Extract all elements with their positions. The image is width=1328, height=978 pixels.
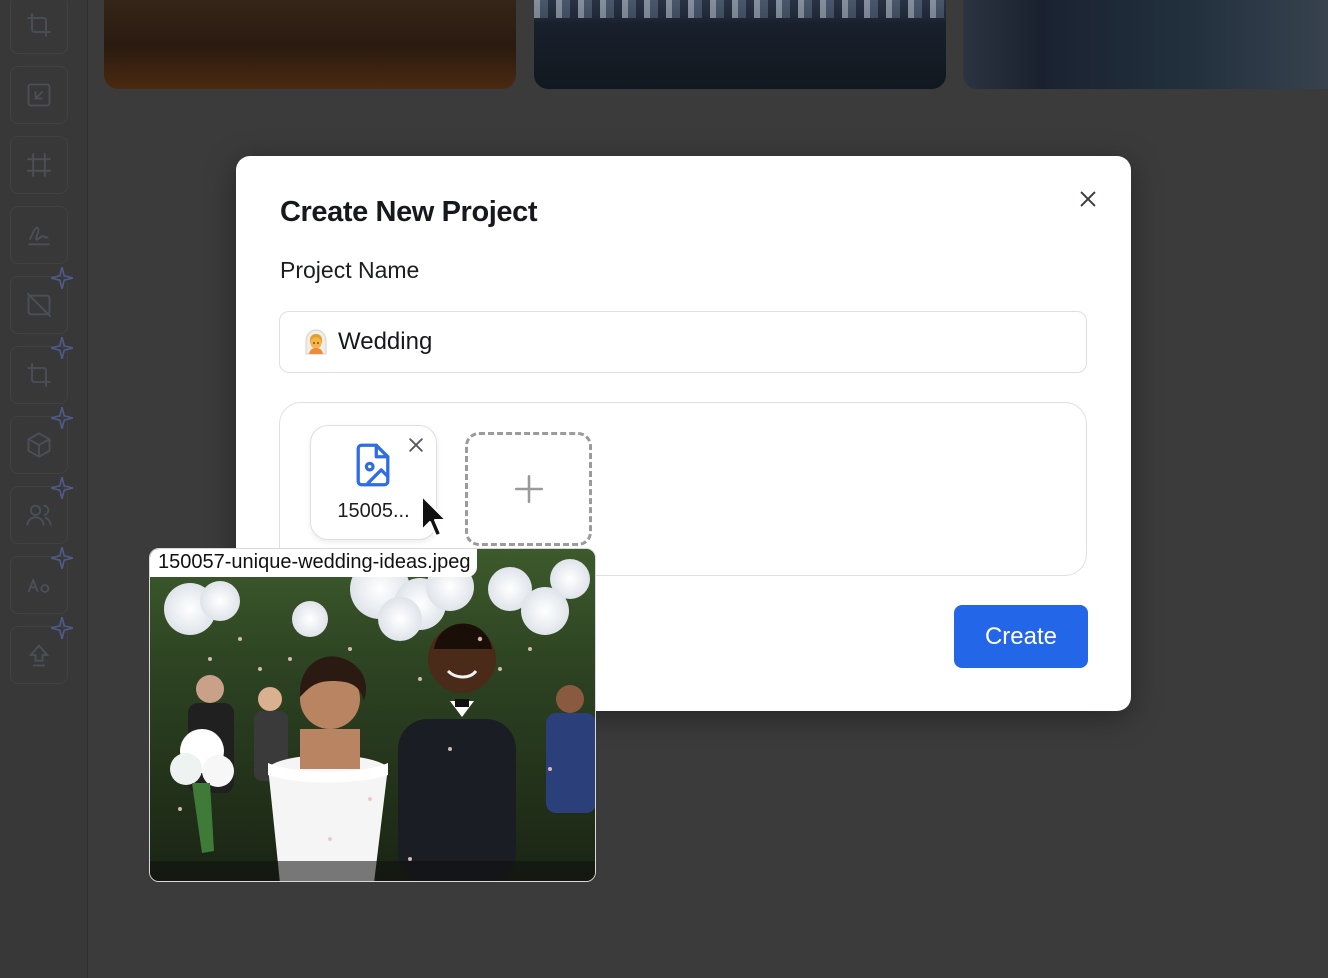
dialog-title: Create New Project bbox=[280, 196, 538, 228]
signature-icon bbox=[28, 226, 50, 246]
crop-tool-button[interactable] bbox=[10, 0, 68, 54]
uploaded-file-chip[interactable]: 15005... bbox=[310, 425, 437, 540]
close-button[interactable] bbox=[1075, 186, 1101, 212]
project-name-input[interactable]: Wedding bbox=[279, 311, 1087, 373]
project-name-value: Wedding bbox=[338, 328, 433, 355]
remove-background-tool-button[interactable] bbox=[10, 266, 74, 334]
create-button[interactable]: Create bbox=[954, 605, 1088, 668]
close-icon bbox=[1080, 191, 1096, 207]
signature-tool-button[interactable] bbox=[10, 206, 68, 264]
text-tool-button[interactable] bbox=[10, 546, 74, 614]
3d-tool-button[interactable] bbox=[10, 406, 74, 474]
upscale-icon bbox=[28, 644, 50, 667]
cube-icon bbox=[27, 432, 51, 458]
drag-preview-filename: 150057-unique-wedding-ideas.jpeg bbox=[150, 549, 478, 577]
tool-sidebar bbox=[0, 0, 88, 978]
drag-image-preview: 150057-unique-wedding-ideas.jpeg bbox=[149, 548, 596, 882]
frame-icon bbox=[27, 153, 51, 177]
bride-with-veil-icon bbox=[302, 328, 330, 356]
upscale-tool-button[interactable] bbox=[10, 616, 74, 684]
sparkle-icon bbox=[50, 406, 74, 430]
file-name-label: 15005... bbox=[337, 500, 410, 522]
people-tool-button[interactable] bbox=[10, 476, 74, 544]
plus-icon bbox=[514, 474, 543, 504]
gallery-thumbnail[interactable] bbox=[534, 0, 946, 89]
mouse-pointer-icon bbox=[421, 495, 447, 537]
project-name-label: Project Name bbox=[280, 257, 420, 283]
users-icon bbox=[26, 504, 52, 526]
remove-file-icon[interactable] bbox=[406, 435, 426, 460]
smart-crop-tool-button[interactable] bbox=[10, 336, 74, 404]
sparkle-icon bbox=[50, 616, 74, 640]
sparkle-icon bbox=[50, 546, 74, 570]
crop-icon bbox=[27, 13, 51, 37]
sparkle-icon bbox=[50, 476, 74, 500]
smart-crop-icon bbox=[27, 363, 51, 387]
export-tool-button[interactable] bbox=[10, 66, 68, 124]
frame-tool-button[interactable] bbox=[10, 136, 68, 194]
external-link-icon bbox=[27, 83, 51, 107]
wedding-photo bbox=[150, 549, 595, 881]
sparkle-icon bbox=[50, 336, 74, 360]
image-file-icon bbox=[353, 442, 393, 493]
gallery-thumbnail[interactable] bbox=[963, 0, 1328, 89]
text-style-icon bbox=[27, 577, 50, 593]
app-page: Create New Project Project Name Wedding bbox=[0, 0, 1328, 978]
add-file-button[interactable] bbox=[465, 432, 592, 546]
sparkle-icon bbox=[50, 266, 74, 290]
gallery-thumbnail[interactable] bbox=[104, 0, 516, 89]
remove-background-icon bbox=[26, 292, 52, 318]
